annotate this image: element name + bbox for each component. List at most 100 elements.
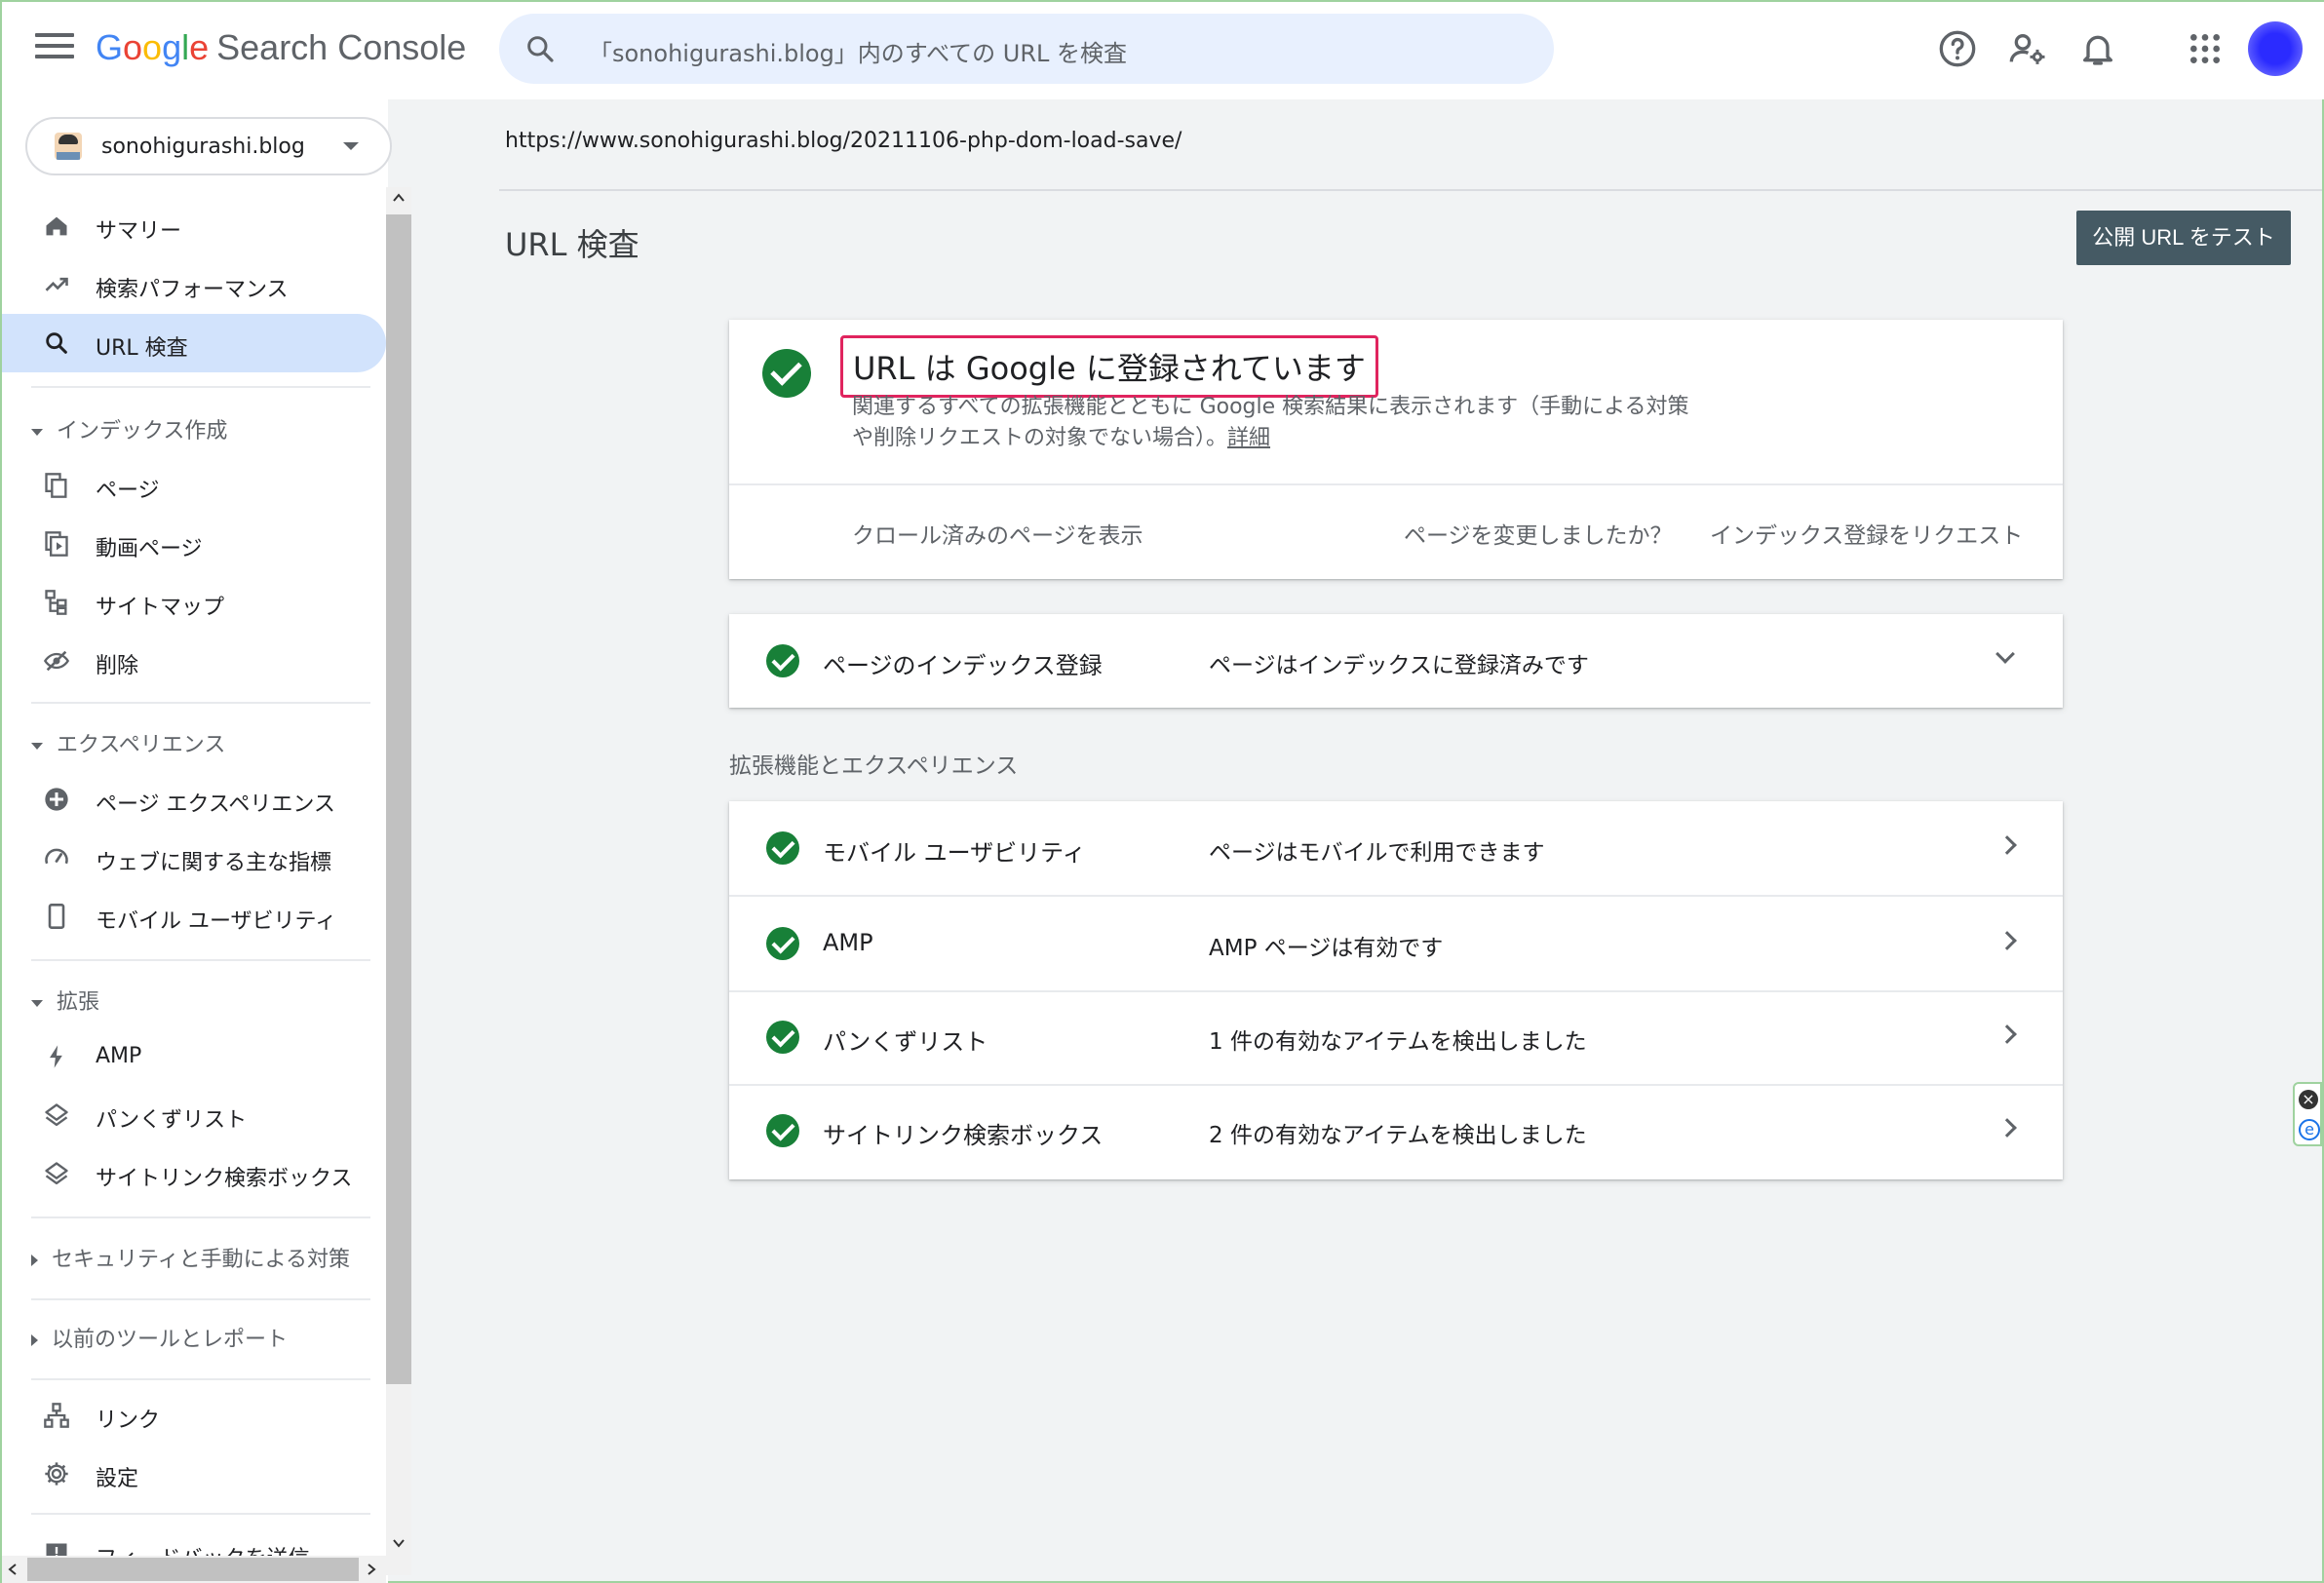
sidebar-item-settings[interactable]: 設定	[2, 1445, 386, 1503]
enhancements-card: モバイル ユーザビリティ ページはモバイルで利用できます AMP AMP ページ…	[729, 801, 2063, 1179]
divider	[31, 1298, 370, 1300]
sidebar-item-label: 削除	[96, 654, 139, 678]
sidebar-vertical-scrollbar[interactable]	[386, 187, 411, 1575]
sidebar-horizontal-scrollbar[interactable]	[2, 1556, 386, 1583]
sidebar-item-label: リンク	[96, 1409, 161, 1433]
user-settings-icon[interactable]	[2008, 29, 2047, 68]
search-input[interactable]: 「sonohigurashi.blog」内のすべての URL を検査	[589, 34, 1127, 68]
page-indexing-row[interactable]: ページのインデックス登録 ページはインデックスに登録済みです	[729, 614, 2063, 708]
speed-gauge-icon	[45, 848, 68, 865]
top-app-bar: Google Search Console 「sonohigurashi.blog…	[2, 2, 2324, 99]
section-experience[interactable]: エクスペリエンス	[31, 727, 225, 758]
removals-icon	[43, 650, 70, 672]
help-icon[interactable]	[1938, 29, 1977, 68]
sidebar-item-links[interactable]: リンク	[2, 1386, 386, 1445]
expand-icon	[31, 999, 43, 1007]
view-crawled-page-link[interactable]: クロール済みのページを表示	[852, 517, 1143, 550]
check-circle-icon	[762, 349, 811, 398]
sidebar-item-performance[interactable]: 検索パフォーマンス	[2, 255, 386, 314]
sitemap-icon	[45, 590, 67, 615]
section-enhancements[interactable]: 拡張	[31, 985, 99, 1016]
row-value: 2 件の有効なアイテムを検出しました	[1209, 1123, 1587, 1148]
row-value: 1 件の有効なアイテムを検出しました	[1209, 1029, 1587, 1055]
sidebar-item-video-pages[interactable]: 動画ページ	[2, 515, 386, 573]
sidebar-item-mobile-usability[interactable]: モバイル ユーザビリティ	[2, 887, 386, 946]
scroll-up-arrow-icon[interactable]	[392, 191, 406, 205]
chevron-right-icon	[1997, 1024, 2017, 1044]
divider	[31, 1216, 370, 1218]
inspected-url: https://www.sonohigurashi.blog/20211106-…	[505, 129, 1182, 153]
test-live-url-button[interactable]: 公開 URL をテスト	[2076, 211, 2291, 265]
scrollbar-thumb[interactable]	[386, 214, 411, 1384]
logo-letter: o	[142, 27, 163, 67]
settings-icon	[45, 1462, 68, 1486]
divider	[729, 483, 2063, 485]
request-indexing-link[interactable]: インデックス登録をリクエスト	[1710, 517, 2023, 550]
main-menu-icon[interactable]	[35, 33, 74, 66]
sidebar-item-label: ウェブに関する主な指標	[96, 851, 332, 875]
property-favicon	[55, 133, 82, 160]
chevron-down-icon[interactable]	[1995, 644, 2015, 664]
search-icon[interactable]	[524, 33, 556, 64]
sidebar-item-label: AMP	[96, 1044, 142, 1068]
sidebar-item-url-inspection[interactable]: URL 検査	[2, 314, 386, 372]
expand-icon	[31, 428, 43, 436]
scroll-left-arrow-icon[interactable]	[6, 1563, 19, 1576]
logo-letter: G	[96, 27, 124, 67]
url-inspect-search-bar[interactable]: 「sonohigurashi.blog」内のすべての URL を検査	[499, 14, 1554, 84]
apps-grid-icon[interactable]	[2186, 29, 2225, 68]
section-label: エクスペリエンス	[57, 733, 226, 757]
index-status-card: URL は Google に登録されています 関連するすべての拡張機能とともに …	[729, 320, 2063, 579]
section-index[interactable]: インデックス作成	[31, 413, 227, 444]
section-label: セキュリティと手動による対策	[52, 1248, 351, 1272]
sidebar-item-breadcrumbs[interactable]: パンくずリスト	[2, 1086, 386, 1144]
sidebar-item-removals[interactable]: 削除	[2, 632, 386, 690]
sidebar-item-label: 検索パフォーマンス	[96, 278, 289, 302]
row-label: モバイル ユーザビリティ	[823, 839, 1086, 867]
section-legacy[interactable]: 以前のツールとレポート	[31, 1322, 288, 1353]
details-link[interactable]: 詳細	[1227, 426, 1270, 450]
page-experience-icon	[45, 788, 68, 811]
home-icon	[46, 216, 67, 236]
sidebar-item-amp[interactable]: AMP	[2, 1027, 386, 1086]
links-icon	[44, 1403, 69, 1428]
sidebar-item-label: サマリー	[96, 219, 182, 244]
sidebar-item-pages[interactable]: ページ	[2, 456, 386, 515]
close-icon[interactable]: ×	[2299, 1090, 2318, 1109]
page-indexing-card: ページのインデックス登録 ページはインデックスに登録済みです	[729, 614, 2063, 708]
section-label: インデックス作成	[57, 419, 228, 444]
logo-letter: e	[189, 27, 210, 67]
scroll-right-arrow-icon[interactable]	[365, 1563, 378, 1576]
search-console-logo[interactable]: Google Search Console	[96, 27, 466, 68]
notifications-bell-icon[interactable]	[2078, 29, 2117, 68]
sidebar-item-sitemaps[interactable]: サイトマップ	[2, 573, 386, 632]
pages-icon	[45, 473, 67, 498]
section-security[interactable]: セキュリティと手動による対策	[31, 1242, 350, 1273]
enhancement-row-breadcrumbs[interactable]: パンくずリスト 1 件の有効なアイテムを検出しました	[729, 990, 2063, 1084]
sidebar-item-core-web-vitals[interactable]: ウェブに関する主な指標	[2, 829, 386, 887]
sidebar-item-summary[interactable]: サマリー	[2, 197, 386, 255]
row-value: ページはインデックスに登録済みです	[1209, 653, 1589, 678]
sidebar-item-page-experience[interactable]: ページ エクスペリエンス	[2, 770, 386, 829]
logo-letter: o	[123, 27, 143, 67]
enhancement-row-sitelinks-searchbox[interactable]: サイトリンク検索ボックス 2 件の有効なアイテムを検出しました	[729, 1084, 2063, 1178]
logo-letter: l	[181, 27, 190, 67]
sidebar: sonohigurashi.blog サマリー 検索パフォーマンス URL 検査…	[2, 99, 392, 1583]
extension-e-icon[interactable]: e	[2299, 1119, 2320, 1140]
expand-icon	[31, 1334, 38, 1346]
enhancement-row-amp[interactable]: AMP AMP ページは有効です	[729, 897, 2063, 990]
chevron-right-icon	[1997, 1118, 2017, 1138]
section-label: 拡張	[57, 990, 100, 1015]
enhancement-row-mobile-usability[interactable]: モバイル ユーザビリティ ページはモバイルで利用できます	[729, 801, 2063, 895]
sidebar-item-sitelinks-searchbox[interactable]: サイトリンク検索ボックス	[2, 1144, 386, 1203]
browser-extension-widget[interactable]: × e	[2293, 1082, 2322, 1146]
sidebar-item-label: サイトマップ	[96, 596, 225, 620]
scroll-down-arrow-icon[interactable]	[392, 1536, 406, 1550]
sidebar-item-label: サイトリンク検索ボックス	[96, 1167, 353, 1191]
status-description: 関連するすべての拡張機能とともに Google 検索結果に表示されます（手動によ…	[852, 392, 1690, 454]
account-avatar[interactable]	[2248, 21, 2303, 76]
property-selector[interactable]: sonohigurashi.blog	[25, 117, 392, 175]
check-circle-icon	[766, 1021, 799, 1054]
section-label: 以前のツールとレポート	[52, 1328, 289, 1352]
scrollbar-thumb[interactable]	[27, 1558, 359, 1581]
